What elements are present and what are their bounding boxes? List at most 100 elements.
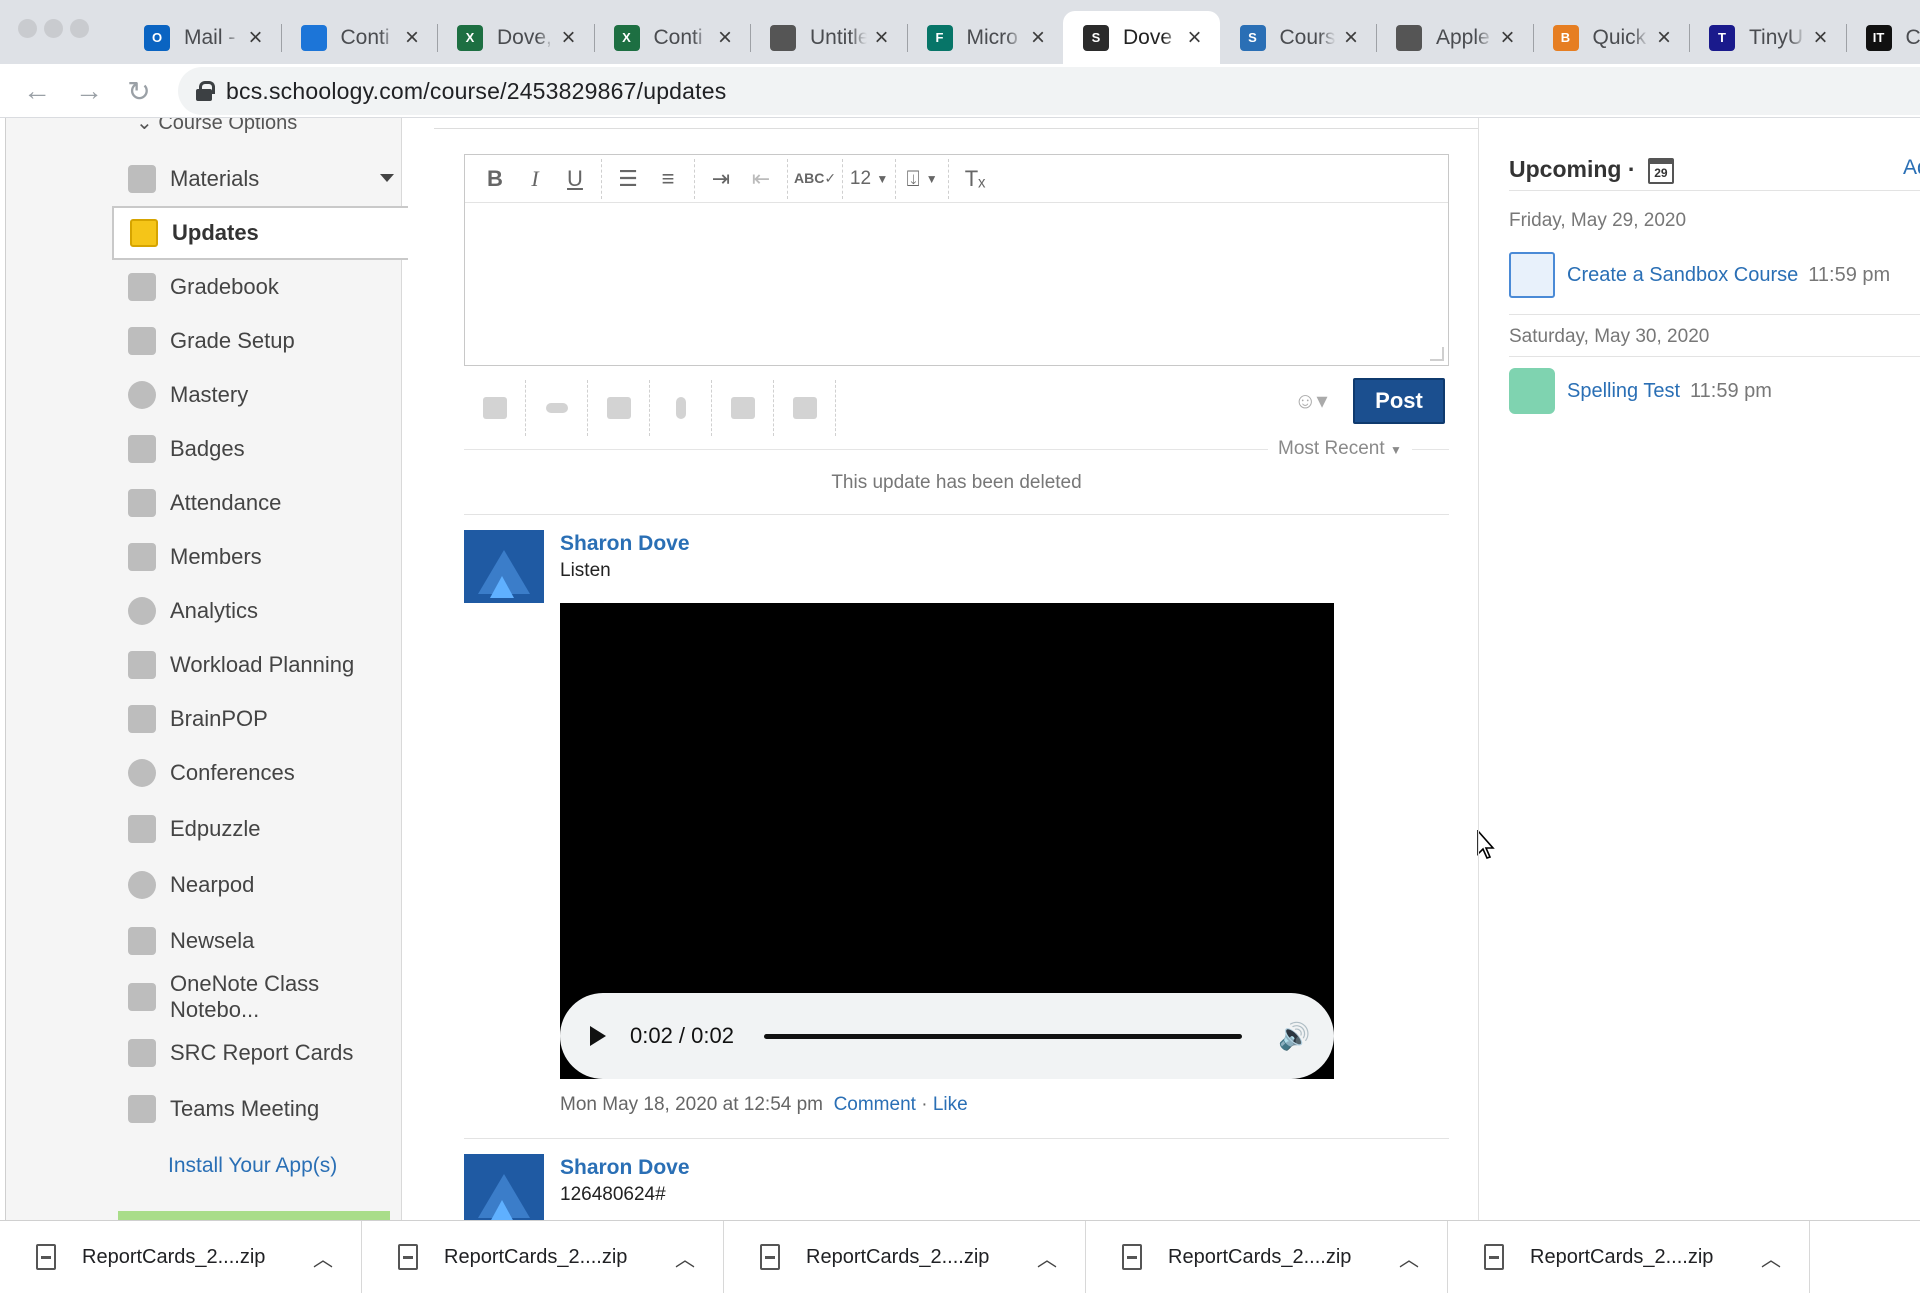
browser-tab[interactable]: SDove× xyxy=(1063,11,1220,64)
post-button[interactable]: Post xyxy=(1353,378,1445,424)
install-apps-link[interactable]: Install Your App(s) xyxy=(168,1154,337,1178)
browser-tab[interactable]: XConti× xyxy=(594,11,751,64)
caret-down-icon[interactable] xyxy=(380,174,394,182)
close-icon[interactable]: × xyxy=(241,24,271,52)
sidebar-item-mastery[interactable]: Mastery xyxy=(112,368,408,422)
audio-player[interactable]: 0:02 / 0:02 🔊 xyxy=(560,603,1334,1079)
download-item[interactable]: ReportCards_2....zip︿ xyxy=(724,1221,1086,1293)
browser-tab[interactable]: Untitle× xyxy=(750,11,907,64)
update-editor[interactable]: B I U ☰ ≡ ⇥ ⇤ ABC✓ 12 ▼ ⍗ ▼ Tₓ xyxy=(464,154,1449,366)
reload-button[interactable]: ↻ xyxy=(120,72,158,110)
sidebar-item-conferences[interactable]: Conferences xyxy=(112,746,408,800)
window-close-dot[interactable] xyxy=(18,19,37,38)
close-icon[interactable]: × xyxy=(1336,24,1366,52)
close-icon[interactable]: × xyxy=(867,24,897,52)
resource-icon[interactable] xyxy=(712,380,774,436)
post-author[interactable]: Sharon Dove xyxy=(560,1156,690,1180)
media-album-icon[interactable] xyxy=(588,380,650,436)
chevron-up-icon[interactable]: ︿ xyxy=(675,1243,695,1272)
font-size-select[interactable]: 12 ▼ xyxy=(849,157,889,201)
download-item[interactable]: ReportCards_2....zip︿ xyxy=(0,1221,362,1293)
close-icon[interactable]: × xyxy=(554,24,584,52)
chevron-up-icon[interactable]: ︿ xyxy=(1399,1243,1419,1272)
sidebar-item-analytics[interactable]: Analytics xyxy=(112,584,408,638)
window-minimize-dot[interactable] xyxy=(44,19,63,38)
close-icon[interactable]: × xyxy=(1806,24,1836,52)
sidebar-item-newsela[interactable]: Newsela xyxy=(112,914,408,968)
close-icon[interactable]: × xyxy=(1649,24,1679,52)
download-item[interactable]: ReportCards_2....zip︿ xyxy=(1448,1221,1810,1293)
sidebar-item-gradebook[interactable]: Gradebook xyxy=(112,260,408,314)
sidebar-item-materials[interactable]: Materials xyxy=(112,152,408,206)
calendar-icon[interactable]: 29 xyxy=(1648,158,1674,184)
sidebar-item-nearpod[interactable]: Nearpod xyxy=(112,858,408,912)
course-options-link[interactable]: ⌄ Course Options xyxy=(136,118,297,135)
tab-title: Cours xyxy=(1280,26,1337,50)
avatar[interactable] xyxy=(464,530,544,603)
sidebar-item-brainpop[interactable]: BrainPOP xyxy=(112,692,408,746)
add-event-link[interactable]: Ad xyxy=(1903,156,1920,180)
like-link[interactable]: Like xyxy=(933,1094,968,1115)
sidebar-item-edpuzzle[interactable]: Edpuzzle xyxy=(112,802,408,856)
close-icon[interactable]: × xyxy=(1023,24,1053,52)
browser-tab[interactable]: Conti× xyxy=(281,11,438,64)
clear-format-icon[interactable]: Tₓ xyxy=(955,157,995,201)
sidebar-action-button[interactable] xyxy=(118,1211,390,1220)
sidebar-item-src-report-cards[interactable]: SRC Report Cards xyxy=(112,1026,408,1080)
clipboard-icon[interactable] xyxy=(774,380,836,436)
sidebar-item-onenote-class-notebo[interactable]: OneNote Class Notebo... xyxy=(112,970,408,1024)
indent-icon[interactable]: ⇥ xyxy=(701,157,741,201)
outdent-icon[interactable]: ⇤ xyxy=(741,157,781,201)
event-link[interactable]: Spelling Test xyxy=(1567,380,1680,403)
resize-handle[interactable] xyxy=(1430,347,1444,361)
audio-time: 0:02 / 0:02 xyxy=(630,1023,754,1049)
comment-link[interactable]: Comment xyxy=(834,1094,916,1115)
download-item[interactable]: ReportCards_2....zip︿ xyxy=(1086,1221,1448,1293)
close-icon[interactable]: × xyxy=(1493,24,1523,52)
volume-icon[interactable]: 🔊 xyxy=(1278,1021,1310,1052)
emoji-picker-icon[interactable]: ☺▾ xyxy=(1294,388,1328,414)
forward-button[interactable]: → xyxy=(70,72,108,110)
numbered-list-icon[interactable]: ≡ xyxy=(648,157,688,201)
italic-icon[interactable]: I xyxy=(515,157,555,201)
url-field[interactable]: bcs.schoology.com/course/2453829867/upda… xyxy=(178,67,1920,115)
sidebar-item-updates[interactable]: Updates xyxy=(112,206,408,260)
audio-progress-bar[interactable] xyxy=(764,1034,1242,1039)
avatar[interactable] xyxy=(464,1154,544,1220)
sort-dropdown[interactable]: Most Recent ▼ xyxy=(1268,438,1412,460)
link-icon[interactable] xyxy=(526,380,588,436)
spellcheck-icon[interactable]: ABC✓ xyxy=(794,157,836,201)
window-zoom-dot[interactable] xyxy=(70,19,89,38)
sidebar-item-badges[interactable]: Badges xyxy=(112,422,408,476)
browser-tab[interactable]: SCours× xyxy=(1220,11,1377,64)
attach-file-icon[interactable] xyxy=(464,380,526,436)
browser-tab[interactable]: Apple× xyxy=(1376,11,1533,64)
download-item[interactable]: ReportCards_2....zip︿ xyxy=(362,1221,724,1293)
browser-tab[interactable]: OMail -× xyxy=(124,11,281,64)
play-icon[interactable] xyxy=(590,1026,606,1046)
back-button[interactable]: ← xyxy=(18,72,56,110)
sidebar-item-grade-setup[interactable]: Grade Setup xyxy=(112,314,408,368)
event-link[interactable]: Create a Sandbox Course xyxy=(1567,264,1798,287)
microphone-icon[interactable] xyxy=(650,380,712,436)
bullet-list-icon[interactable]: ☰ xyxy=(608,157,648,201)
post-author[interactable]: Sharon Dove xyxy=(560,532,690,556)
close-icon[interactable]: × xyxy=(710,24,740,52)
underline-icon[interactable]: U xyxy=(555,157,595,201)
browser-tab[interactable]: XDove,× xyxy=(437,11,594,64)
insert-content-icon[interactable]: ⍗ ▼ xyxy=(902,157,942,201)
browser-tab[interactable]: ITCe× xyxy=(1846,11,1920,64)
browser-tab[interactable]: BQuick× xyxy=(1533,11,1690,64)
browser-tab[interactable]: TTinyU× xyxy=(1689,11,1846,64)
sidebar-item-attendance[interactable]: Attendance xyxy=(112,476,408,530)
chevron-up-icon[interactable]: ︿ xyxy=(313,1243,333,1272)
chevron-up-icon[interactable]: ︿ xyxy=(1761,1243,1781,1272)
bold-icon[interactable]: B xyxy=(475,157,515,201)
close-icon[interactable]: × xyxy=(397,24,427,52)
sidebar-item-workload-planning[interactable]: Workload Planning xyxy=(112,638,408,692)
sidebar-item-teams-meeting[interactable]: Teams Meeting xyxy=(112,1082,408,1136)
close-icon[interactable]: × xyxy=(1180,24,1210,52)
browser-tab[interactable]: FMicro× xyxy=(907,11,1064,64)
chevron-up-icon[interactable]: ︿ xyxy=(1037,1243,1057,1272)
sidebar-item-members[interactable]: Members xyxy=(112,530,408,584)
